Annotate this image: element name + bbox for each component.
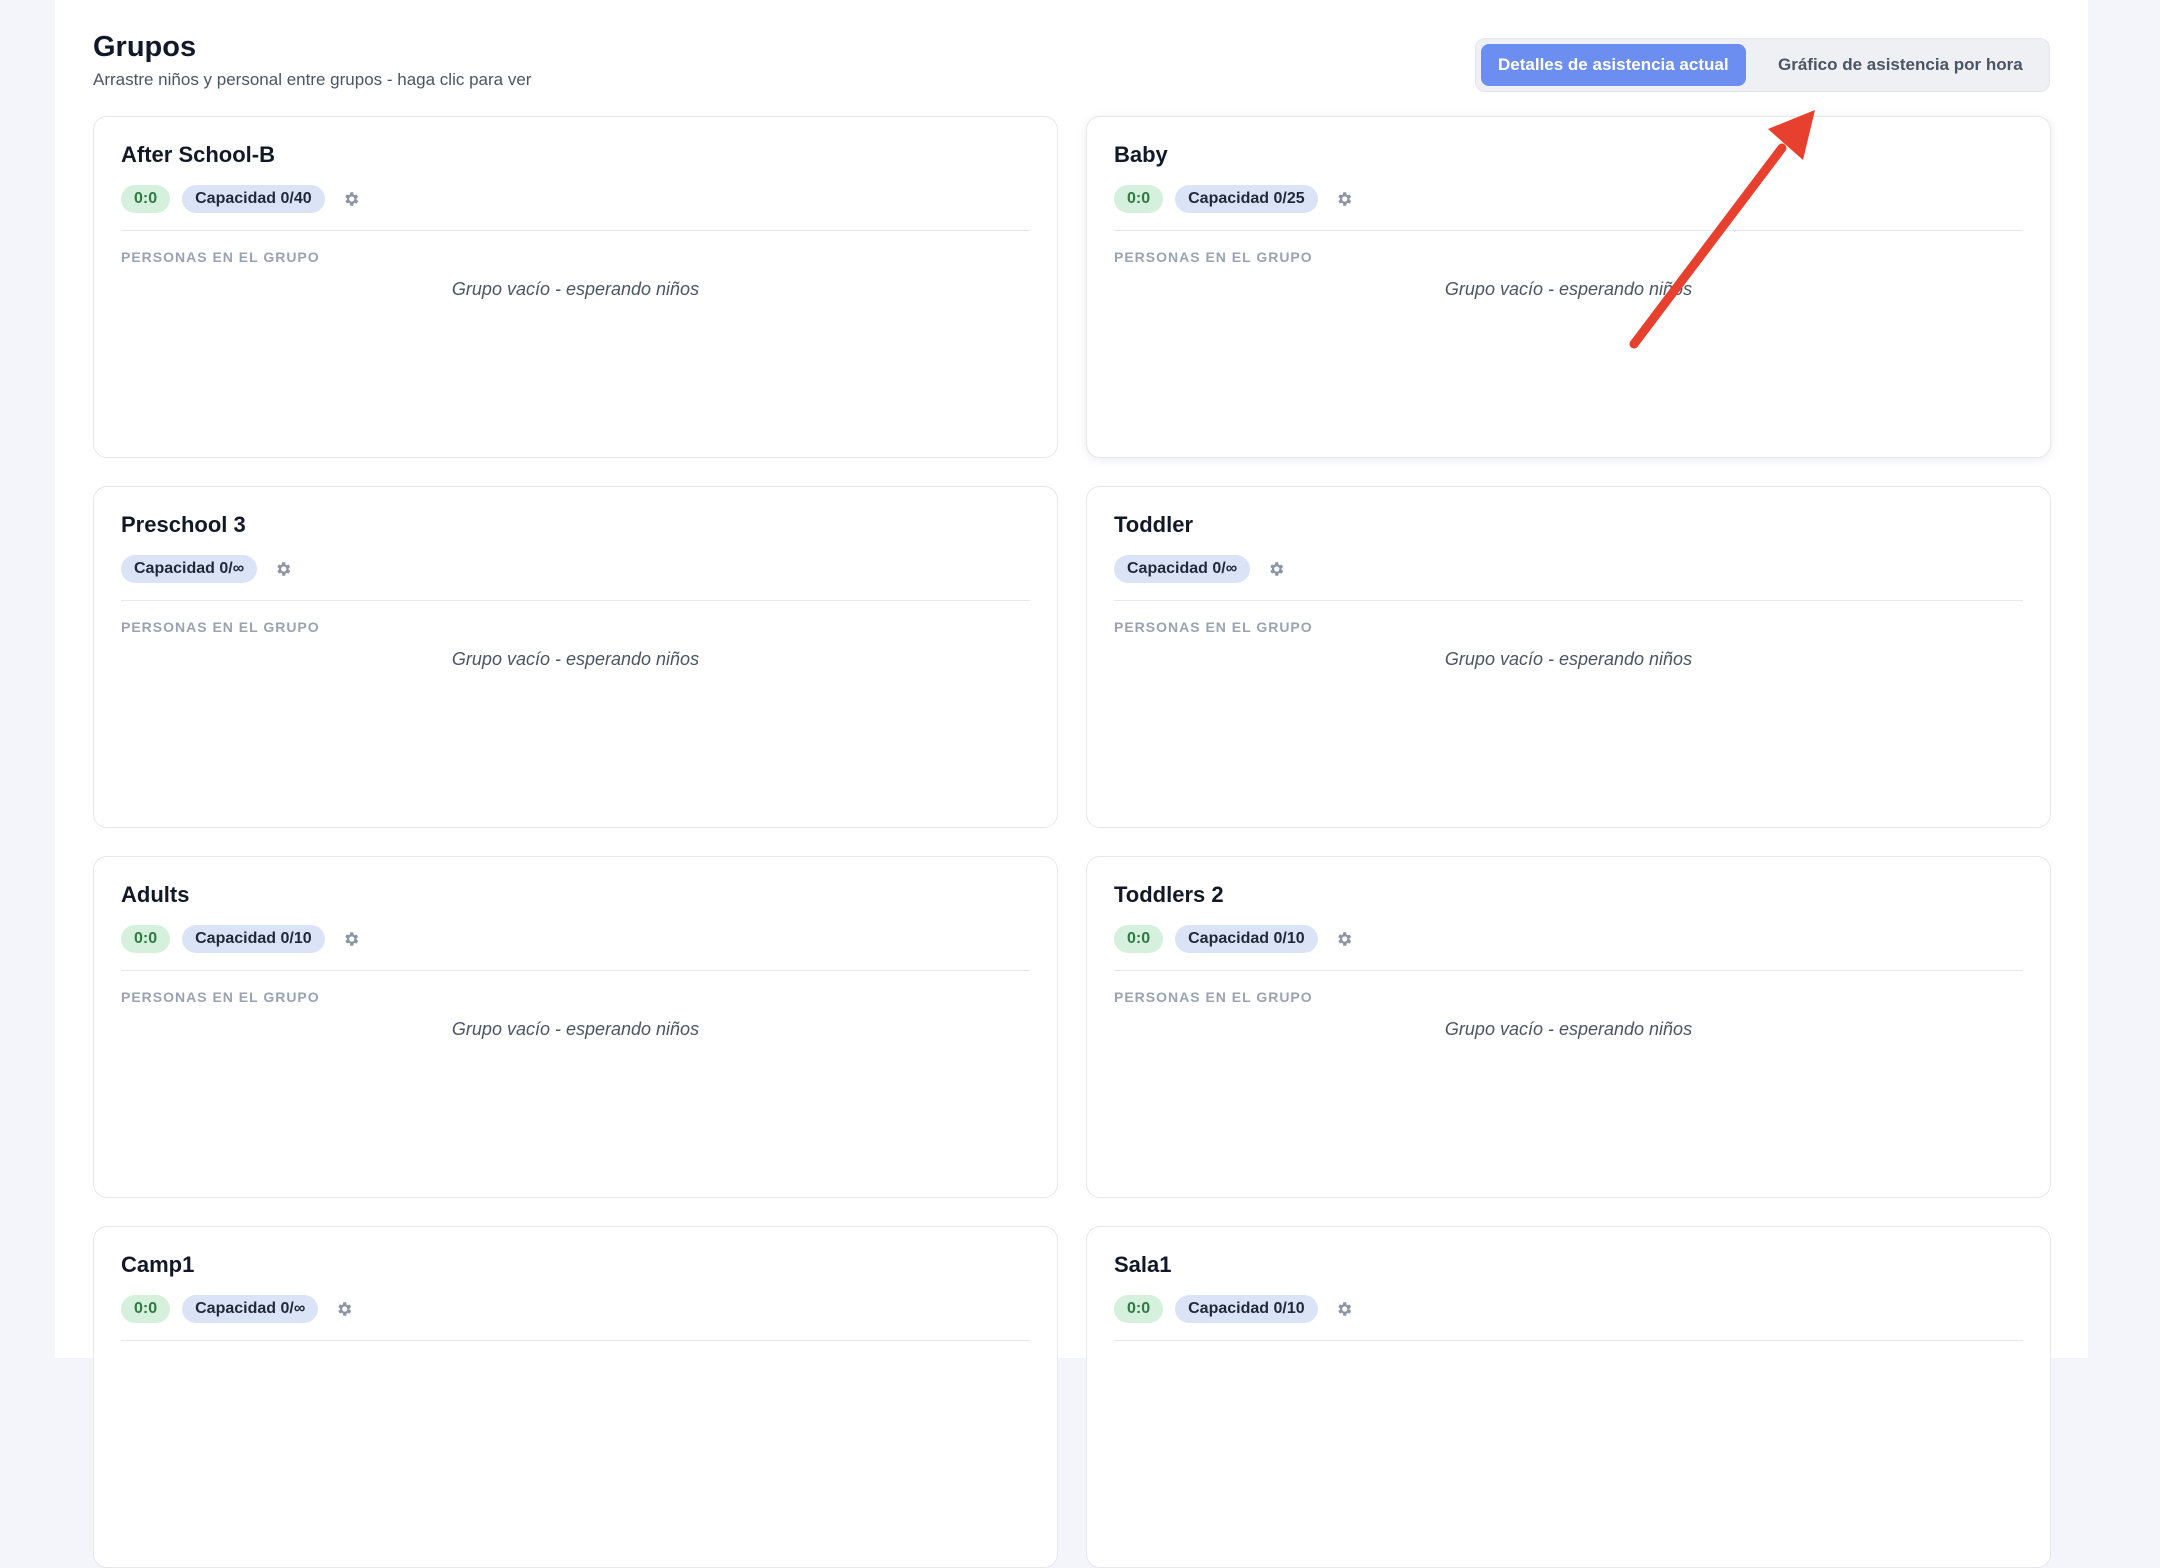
empty-group-message: Grupo vacío - esperando niños: [451, 279, 700, 299]
group-title: Preschool 3: [121, 512, 246, 537]
view-toggle: Detalles de asistencia actual Gráfico de…: [1475, 38, 2050, 92]
card-divider: [121, 600, 1030, 601]
empty-group-message: Grupo vacío - esperando niños: [1444, 1019, 1693, 1039]
people-section-label: PERSONAS EN EL GRUPO: [121, 249, 320, 265]
card-divider: [121, 970, 1030, 971]
group-badges: 0:0 Capacidad 0/∞: [121, 1294, 354, 1324]
ratio-badge: 0:0: [121, 925, 171, 953]
group-badges: Capacidad 0/∞: [1114, 554, 1286, 584]
capacity-badge: Capacidad 0/40: [182, 185, 325, 213]
page-title: Grupos: [93, 31, 197, 63]
capacity-badge: Capacidad 0/∞: [121, 555, 258, 583]
group-title: Camp1: [121, 1252, 195, 1277]
people-section-label: PERSONAS EN EL GRUPO: [1114, 619, 1313, 635]
ratio-badge: 0:0: [121, 1295, 171, 1323]
capacity-badge: Capacidad 0/∞: [182, 1295, 319, 1323]
people-section-label: PERSONAS EN EL GRUPO: [121, 619, 320, 635]
people-section-label: PERSONAS EN EL GRUPO: [1114, 249, 1313, 265]
capacity-badge: Capacidad 0/∞: [1114, 555, 1251, 583]
group-badges: 0:0 Capacidad 0/10: [1114, 924, 1354, 954]
card-divider: [121, 1340, 1030, 1341]
capacity-badge: Capacidad 0/10: [1175, 925, 1318, 953]
empty-group-message: Grupo vacío - esperando niños: [1444, 279, 1693, 299]
group-card[interactable]: Baby 0:0 Capacidad 0/25 PERSONAS EN EL G…: [1086, 116, 2051, 458]
empty-group-message: Grupo vacío - esperando niños: [451, 649, 700, 669]
empty-group-message: Grupo vacío - esperando niños: [1444, 649, 1693, 669]
group-badges: 0:0 Capacidad 0/25: [1114, 184, 1354, 214]
group-title: Sala1: [1114, 1252, 1172, 1277]
people-section-label: PERSONAS EN EL GRUPO: [121, 989, 320, 1005]
card-divider: [1114, 1340, 2023, 1341]
gear-icon[interactable]: [341, 189, 361, 209]
hourly-attendance-chart-tab[interactable]: Gráfico de asistencia por hora: [1761, 44, 2040, 86]
gear-icon[interactable]: [334, 1299, 354, 1319]
group-title: Toddler: [1114, 512, 1194, 537]
ratio-badge: 0:0: [1114, 925, 1164, 953]
group-title: After School-B: [121, 142, 275, 167]
group-badges: 0:0 Capacidad 0/10: [1114, 1294, 1354, 1324]
group-card[interactable]: Camp1 0:0 Capacidad 0/∞: [93, 1226, 1058, 1568]
card-divider: [1114, 600, 2023, 601]
card-divider: [1114, 230, 2023, 231]
empty-group-message: Grupo vacío - esperando niños: [451, 1019, 700, 1039]
capacity-badge: Capacidad 0/25: [1175, 185, 1318, 213]
gear-icon[interactable]: [341, 929, 361, 949]
capacity-badge: Capacidad 0/10: [1175, 1295, 1318, 1323]
group-card[interactable]: After School-B 0:0 Capacidad 0/40 PERSON…: [93, 116, 1058, 458]
ratio-badge: 0:0: [121, 185, 171, 213]
ratio-badge: 0:0: [1114, 1295, 1164, 1323]
group-card[interactable]: Sala1 0:0 Capacidad 0/10: [1086, 1226, 2051, 1568]
capacity-badge: Capacidad 0/10: [182, 925, 325, 953]
group-card[interactable]: Toddler Capacidad 0/∞ PERSONAS EN EL GRU…: [1086, 486, 2051, 828]
page-subtitle: Arrastre niños y personal entre grupos -…: [93, 70, 532, 89]
card-divider: [121, 230, 1030, 231]
group-badges: 0:0 Capacidad 0/10: [121, 924, 361, 954]
group-card[interactable]: Adults 0:0 Capacidad 0/10 PERSONAS EN EL…: [93, 856, 1058, 1198]
group-card[interactable]: Toddlers 2 0:0 Capacidad 0/10 PERSONAS E…: [1086, 856, 2051, 1198]
group-badges: Capacidad 0/∞: [121, 554, 293, 584]
current-attendance-details-tab[interactable]: Detalles de asistencia actual: [1481, 44, 1746, 86]
gear-icon[interactable]: [273, 559, 293, 579]
gear-icon[interactable]: [1334, 1299, 1354, 1319]
group-badges: 0:0 Capacidad 0/40: [121, 184, 361, 214]
group-title: Toddlers 2: [1114, 882, 1224, 907]
gear-icon[interactable]: [1266, 559, 1286, 579]
gear-icon[interactable]: [1334, 189, 1354, 209]
gear-icon[interactable]: [1334, 929, 1354, 949]
group-title: Adults: [121, 882, 190, 907]
people-section-label: PERSONAS EN EL GRUPO: [1114, 989, 1313, 1005]
card-divider: [1114, 970, 2023, 971]
group-card[interactable]: Preschool 3 Capacidad 0/∞ PERSONAS EN EL…: [93, 486, 1058, 828]
ratio-badge: 0:0: [1114, 185, 1164, 213]
group-title: Baby: [1114, 142, 1168, 167]
